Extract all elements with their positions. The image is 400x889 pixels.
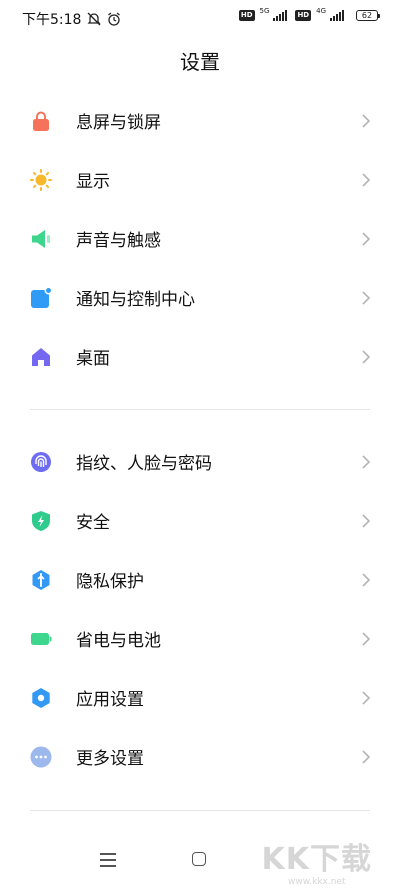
battery-saver-icon	[30, 628, 52, 650]
chevron-right-icon	[362, 631, 371, 646]
settings-item-label: 指纹、人脸与密码	[76, 454, 212, 474]
chevron-right-icon	[362, 231, 371, 246]
section-divider	[30, 810, 370, 811]
home-icon	[30, 346, 52, 368]
mute-icon	[87, 12, 102, 26]
lock-icon	[30, 110, 52, 132]
settings-item-notifications[interactable]: 通知与控制中心	[0, 268, 400, 327]
chevron-right-icon	[362, 454, 371, 469]
chevron-right-icon	[362, 290, 371, 305]
fingerprint-icon	[30, 451, 52, 473]
status-time: 下午5:18	[22, 12, 82, 28]
chevron-right-icon	[362, 690, 371, 705]
hd-icon: HD	[295, 10, 312, 21]
settings-item-privacy[interactable]: 隐私保护	[0, 550, 400, 609]
settings-item-battery[interactable]: 省电与电池	[0, 609, 400, 668]
page-title: 设置	[180, 50, 220, 74]
battery-icon: 62	[356, 10, 380, 21]
settings-item-label: 显示	[76, 172, 110, 192]
settings-item-apps[interactable]: 应用设置	[0, 668, 400, 727]
speaker-icon	[30, 228, 52, 250]
settings-item-security[interactable]: 安全	[0, 491, 400, 550]
watermark-url: www.kkx.net	[288, 877, 346, 887]
watermark-logo: KK下载	[261, 842, 372, 877]
navigation-bar: KK下载 www.kkx.net	[0, 839, 400, 889]
network-5g: 5G	[259, 6, 270, 15]
menu-icon[interactable]	[100, 853, 116, 867]
settings-item-label: 声音与触感	[76, 231, 161, 251]
settings-item-label: 省电与电池	[76, 631, 161, 651]
settings-item-label: 隐私保护	[76, 572, 144, 592]
settings-item-lockscreen[interactable]: 息屏与锁屏	[0, 91, 400, 150]
network-4g: 4G	[316, 6, 326, 15]
chevron-right-icon	[362, 349, 371, 364]
settings-item-label: 应用设置	[76, 690, 144, 710]
chevron-right-icon	[362, 513, 371, 528]
signal-icon	[330, 10, 344, 21]
settings-item-more[interactable]: 更多设置	[0, 727, 400, 786]
settings-item-label: 息屏与锁屏	[76, 113, 161, 133]
hd-icon: HD	[238, 10, 255, 21]
settings-item-label: 更多设置	[76, 749, 144, 769]
settings-item-desktop[interactable]: 桌面	[0, 327, 400, 386]
chevron-right-icon	[362, 572, 371, 587]
gear-icon	[30, 687, 52, 709]
more-icon	[30, 746, 52, 768]
settings-item-label: 安全	[76, 513, 110, 533]
settings-group-2: 指纹、人脸与密码 安全 隐私保护 省电与电池 应用设置 更多设置	[0, 432, 400, 786]
watermark: KK下载 www.kkx.net	[261, 842, 373, 888]
alarm-icon	[108, 12, 121, 26]
section-divider	[30, 409, 370, 410]
status-bar: 下午5:18 HD 5G HD 4G 62	[0, 0, 400, 36]
settings-item-fingerprint[interactable]: 指纹、人脸与密码	[0, 432, 400, 491]
sun-icon	[30, 168, 52, 191]
chevron-right-icon	[362, 113, 371, 128]
chevron-right-icon	[362, 172, 371, 187]
settings-item-label: 通知与控制中心	[76, 290, 195, 310]
home-button[interactable]	[192, 852, 206, 866]
shield-icon	[30, 510, 52, 532]
settings-group-1: 息屏与锁屏 显示 声音与触感 通知与控制中心 桌面	[0, 91, 400, 386]
privacy-icon	[30, 569, 52, 591]
notification-icon	[30, 286, 52, 309]
settings-item-sound[interactable]: 声音与触感	[0, 209, 400, 268]
chevron-right-icon	[362, 749, 371, 764]
signal-icon	[273, 10, 288, 21]
settings-item-label: 桌面	[76, 349, 110, 369]
settings-item-display[interactable]: 显示	[0, 150, 400, 209]
